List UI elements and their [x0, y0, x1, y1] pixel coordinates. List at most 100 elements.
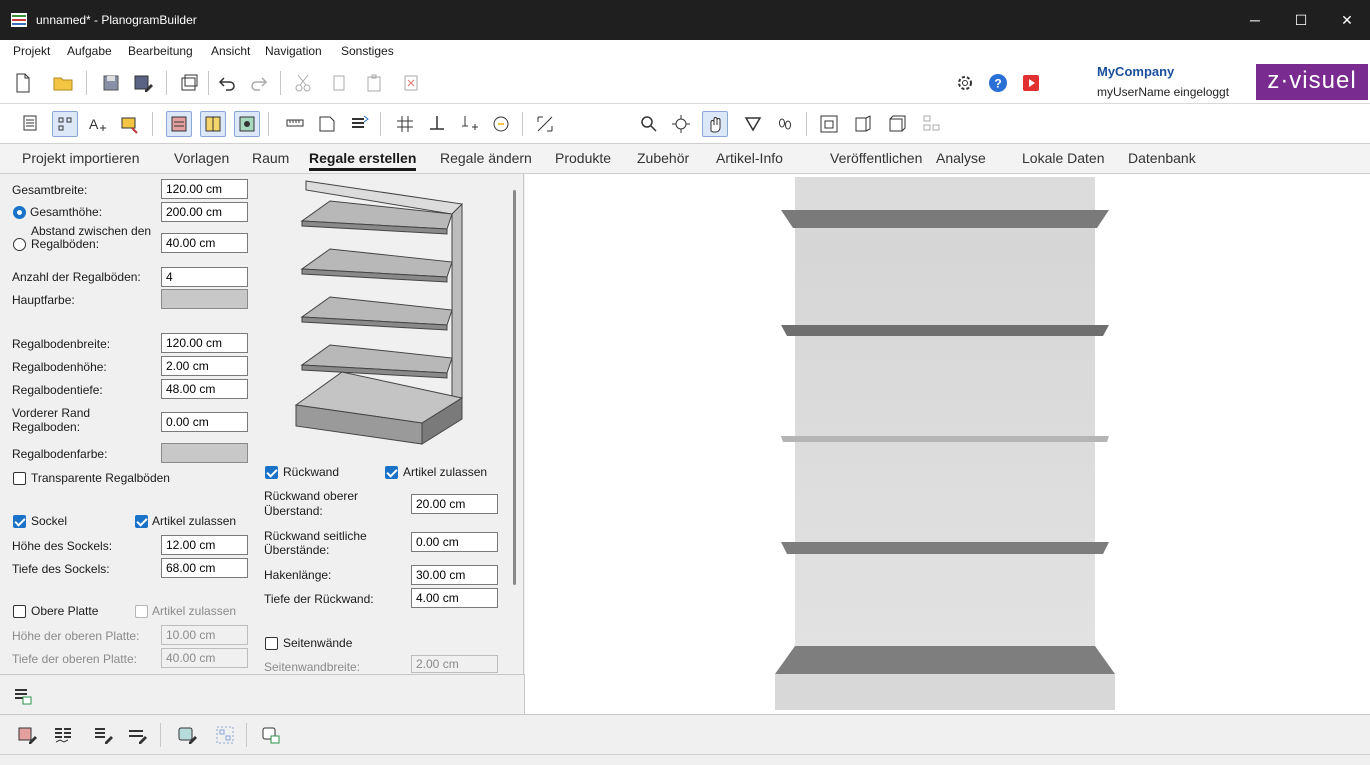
regalbodenbreite-field[interactable]	[161, 333, 248, 353]
shelf-side-view-icon[interactable]	[200, 111, 226, 137]
gesamthoehe-radio[interactable]	[13, 206, 26, 219]
abstand-field[interactable]	[161, 233, 248, 253]
open-folder-icon[interactable]	[50, 70, 76, 96]
tab-lokale-daten[interactable]: Lokale Daten	[1022, 150, 1105, 166]
tab-veroeffentlichen[interactable]: Veröffentlichen	[830, 150, 922, 166]
regalbodentiefe-field[interactable]	[161, 379, 248, 399]
apply-shelf-icon[interactable]	[10, 682, 36, 708]
rueckwand-checkbox[interactable]	[265, 466, 278, 479]
tab-produkte[interactable]: Produkte	[555, 150, 611, 166]
pan-hand-icon[interactable]	[702, 111, 728, 137]
measure-icon[interactable]	[282, 111, 308, 137]
hakenlaenge-field[interactable]	[411, 565, 498, 585]
regalbodenhoehe-field[interactable]	[161, 356, 248, 376]
hauptfarbe-swatch[interactable]	[161, 289, 248, 309]
sockel-checkbox[interactable]	[13, 515, 26, 528]
menu-aufgabe[interactable]: Aufgabe	[67, 44, 112, 58]
regalbodenfarbe-swatch[interactable]	[161, 443, 248, 463]
panel-scrollbar[interactable]	[513, 190, 516, 585]
tab-artikel-info[interactable]: Artikel-Info	[716, 150, 783, 166]
shelf-product-view-icon[interactable]	[234, 111, 260, 137]
edit-box-icon[interactable]	[174, 722, 200, 748]
edit-rail-icon[interactable]	[124, 722, 150, 748]
edit-shelves-icon[interactable]	[50, 722, 76, 748]
tab-regale-erstellen[interactable]: Regale erstellen	[309, 150, 417, 171]
vorderer-rand-label-line1: Vorderer Rand	[12, 406, 91, 420]
tab-regale-aendern[interactable]: Regale ändern	[440, 150, 532, 166]
anchor-icon[interactable]	[424, 111, 450, 137]
menu-projekt[interactable]: Projekt	[13, 44, 50, 58]
list-view-icon[interactable]	[18, 111, 44, 137]
rueck-oberer-field[interactable]	[411, 494, 498, 514]
save-as-icon[interactable]	[130, 70, 156, 96]
3d-view-icon[interactable]	[884, 111, 910, 137]
tiefe-rueck-field[interactable]	[411, 588, 498, 608]
video-tutorial-icon[interactable]	[1018, 70, 1044, 96]
redo-icon[interactable]	[246, 70, 272, 96]
label-view-icon[interactable]	[314, 111, 340, 137]
fit-view-icon[interactable]	[532, 111, 558, 137]
menu-bearbeitung[interactable]: Bearbeitung	[128, 44, 193, 58]
tab-raum[interactable]: Raum	[252, 150, 289, 166]
rueck-artikel-checkbox[interactable]	[385, 466, 398, 479]
obere-platte-checkbox[interactable]	[13, 605, 26, 618]
perspective-view-icon[interactable]	[850, 111, 876, 137]
tab-vorlagen[interactable]: Vorlagen	[174, 150, 229, 166]
add-hook-icon[interactable]	[456, 111, 482, 137]
edit-shelf-icon[interactable]	[14, 722, 40, 748]
gesamtbreite-field[interactable]	[161, 179, 248, 199]
settings-gear-icon[interactable]	[952, 70, 978, 96]
menu-navigation[interactable]: Navigation	[265, 44, 322, 58]
tree-view-icon[interactable]	[52, 111, 78, 137]
paste-icon[interactable]	[362, 70, 388, 96]
tab-analyse[interactable]: Analyse	[936, 150, 986, 166]
footprint-icon[interactable]	[772, 111, 798, 137]
group-icon[interactable]	[212, 722, 238, 748]
tab-zubehoer[interactable]: Zubehör	[637, 150, 689, 166]
menu-ansicht[interactable]: Ansicht	[211, 44, 250, 58]
tiefe-oberen-field[interactable]	[161, 648, 248, 668]
shelf-3d-viewport[interactable]	[525, 174, 1370, 714]
vorderer-rand-field[interactable]	[161, 412, 248, 432]
add-text-icon[interactable]: A	[84, 111, 110, 137]
weight-icon[interactable]	[488, 111, 514, 137]
tab-datenbank[interactable]: Datenbank	[1128, 150, 1196, 166]
new-file-icon[interactable]	[10, 70, 36, 96]
seitenwandbreite-field[interactable]	[411, 655, 498, 673]
menu-sonstiges[interactable]: Sonstiges	[341, 44, 394, 58]
zoom-icon[interactable]	[636, 111, 662, 137]
layout-icon[interactable]	[918, 111, 944, 137]
copy-window-icon[interactable]	[176, 70, 202, 96]
export-shelf-icon[interactable]	[258, 722, 284, 748]
maximize-button[interactable]: ☐	[1278, 0, 1324, 40]
seitenwaende-checkbox[interactable]	[265, 637, 278, 650]
hoehe-sockel-field[interactable]	[161, 535, 248, 555]
rueck-seitlich-field[interactable]	[411, 532, 498, 552]
hoehe-oberen-field[interactable]	[161, 625, 248, 645]
abstand-radio[interactable]	[13, 238, 26, 251]
cut-icon[interactable]	[290, 70, 316, 96]
help-icon[interactable]: ?	[985, 70, 1011, 96]
rueck-seitlich-label-line1: Rückwand seitliche	[264, 529, 367, 543]
front-view-icon[interactable]	[816, 111, 842, 137]
close-button[interactable]: ✕	[1324, 0, 1370, 40]
export-icon[interactable]	[346, 111, 372, 137]
gesamthoehe-field[interactable]	[161, 202, 248, 222]
tab-projekt-importieren[interactable]: Projekt importieren	[22, 150, 140, 166]
select-triangle-icon[interactable]	[740, 111, 766, 137]
anzahl-field[interactable]	[161, 267, 248, 287]
transparente-checkbox[interactable]	[13, 472, 26, 485]
copy-icon[interactable]	[326, 70, 352, 96]
sockel-artikel-checkbox[interactable]	[135, 515, 148, 528]
shelf-front-view-icon[interactable]	[166, 111, 192, 137]
grid-icon[interactable]	[392, 111, 418, 137]
save-icon[interactable]	[98, 70, 124, 96]
delete-icon[interactable]	[398, 70, 424, 96]
highlight-icon[interactable]	[116, 111, 142, 137]
obere-artikel-checkbox[interactable]	[135, 605, 148, 618]
undo-icon[interactable]	[214, 70, 240, 96]
tiefe-sockel-field[interactable]	[161, 558, 248, 578]
edit-board-icon[interactable]	[90, 722, 116, 748]
minimize-button[interactable]: ─	[1232, 0, 1278, 40]
rotate-view-icon[interactable]	[668, 111, 694, 137]
